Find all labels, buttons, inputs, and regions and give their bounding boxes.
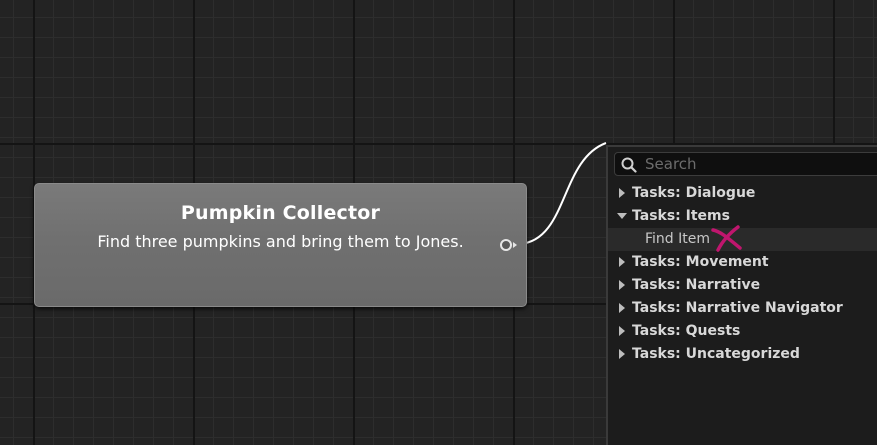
category-tasks-uncategorized[interactable]: Tasks: Uncategorized bbox=[608, 343, 877, 366]
search-input[interactable] bbox=[645, 154, 875, 174]
x-mark-icon bbox=[711, 225, 742, 252]
category-label: Tasks: Narrative bbox=[632, 277, 761, 293]
action-tree: Tasks: Dialogue Tasks: Items Find Item T… bbox=[608, 182, 877, 366]
category-label: Tasks: Uncategorized bbox=[632, 346, 800, 362]
expand-arrow-icon[interactable] bbox=[619, 188, 625, 198]
category-label: Tasks: Dialogue bbox=[632, 185, 756, 201]
expand-arrow-icon[interactable] bbox=[619, 280, 625, 290]
category-tasks-narrative-navigator[interactable]: Tasks: Narrative Navigator bbox=[608, 297, 877, 320]
action-menu: Tasks: Dialogue Tasks: Items Find Item T… bbox=[606, 145, 877, 445]
category-tasks-movement[interactable]: Tasks: Movement bbox=[608, 251, 877, 274]
expand-arrow-icon[interactable] bbox=[619, 349, 625, 359]
category-label: Tasks: Movement bbox=[632, 254, 769, 270]
category-tasks-narrative[interactable]: Tasks: Narrative bbox=[608, 274, 877, 297]
action-find-item[interactable]: Find Item bbox=[608, 225, 877, 252]
graph-canvas[interactable]: Pumpkin Collector Find three pumpkins an… bbox=[0, 0, 877, 445]
category-tasks-dialogue[interactable]: Tasks: Dialogue bbox=[608, 182, 877, 205]
expand-arrow-icon[interactable] bbox=[619, 326, 625, 336]
search-icon bbox=[621, 157, 637, 173]
quest-node[interactable]: Pumpkin Collector Find three pumpkins an… bbox=[34, 183, 527, 307]
node-title: Pumpkin Collector bbox=[180, 202, 381, 224]
output-pin[interactable] bbox=[500, 239, 512, 251]
action-label: Find Item bbox=[645, 231, 711, 247]
category-label: Tasks: Quests bbox=[632, 323, 741, 339]
search-box[interactable] bbox=[614, 152, 877, 176]
category-label: Tasks: Narrative Navigator bbox=[632, 300, 843, 316]
output-pin-arrow-icon bbox=[513, 242, 517, 248]
expand-arrow-icon[interactable] bbox=[619, 257, 625, 267]
collapse-arrow-icon[interactable] bbox=[617, 213, 627, 219]
expand-arrow-icon[interactable] bbox=[619, 303, 625, 313]
node-description: Find three pumpkins and bring them to Jo… bbox=[97, 232, 464, 251]
category-tasks-quests[interactable]: Tasks: Quests bbox=[608, 320, 877, 343]
